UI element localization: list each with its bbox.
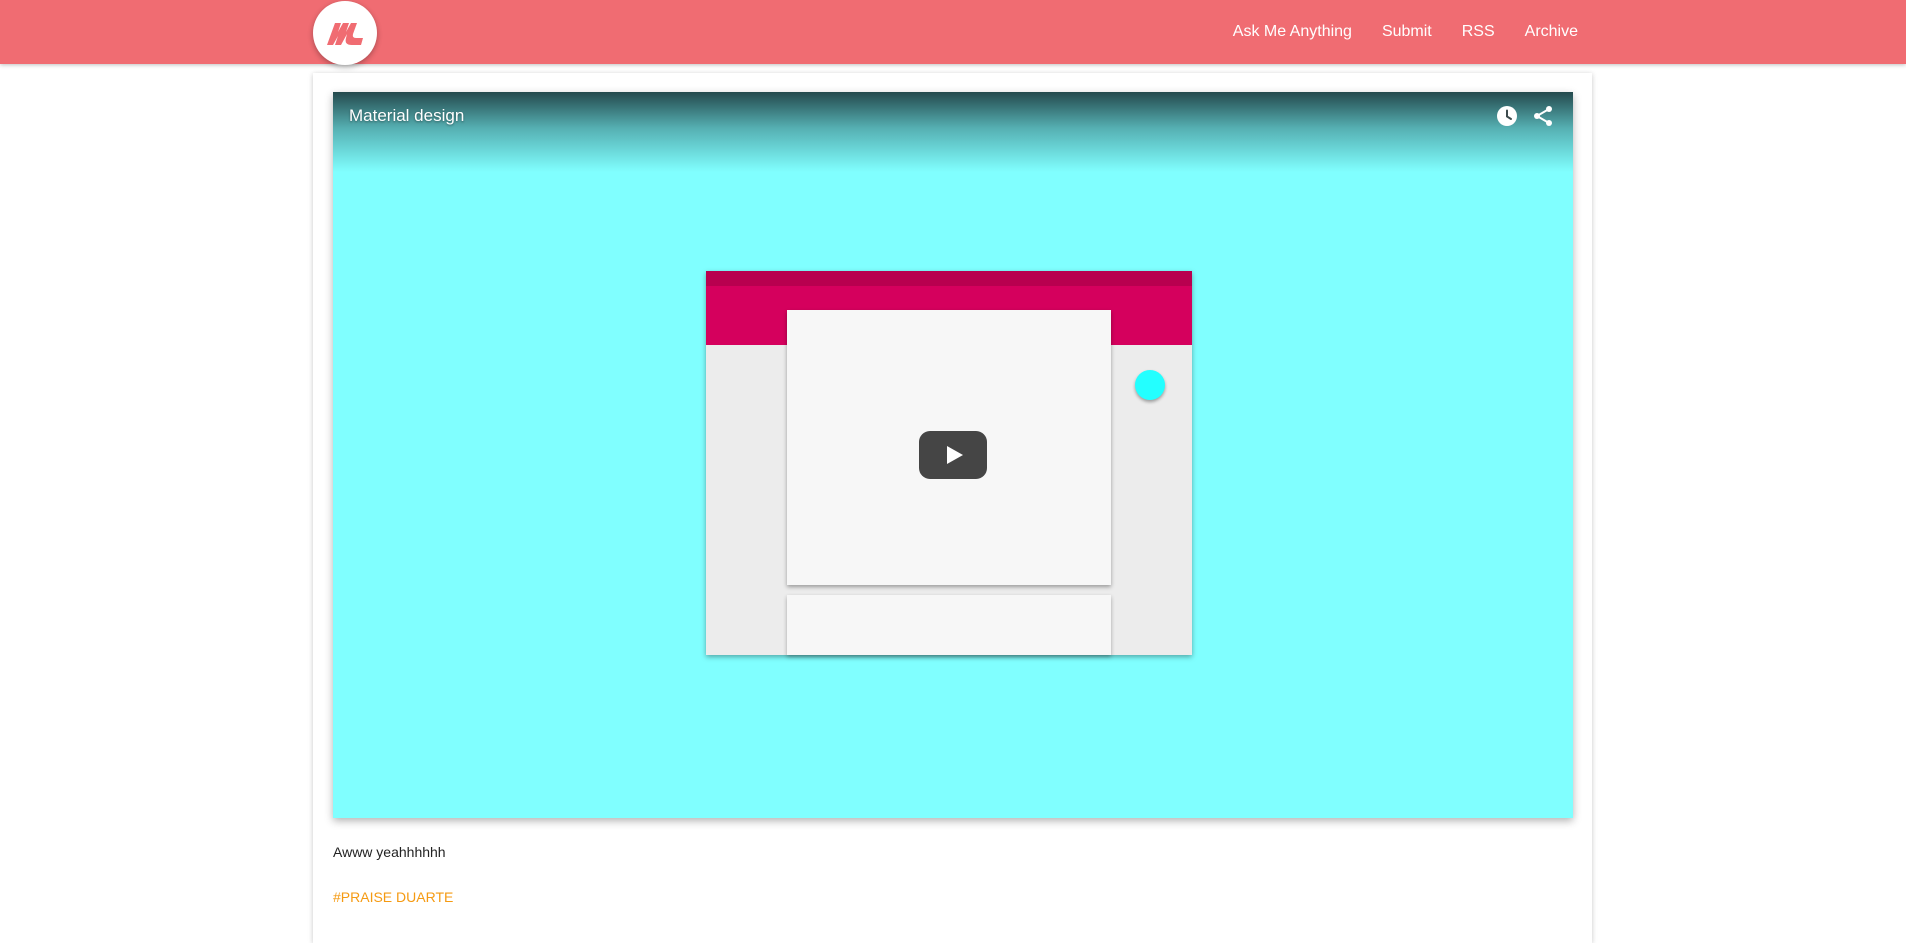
post-tag[interactable]: #PRAISE DUARTE [333,889,453,905]
main-nav: Ask Me Anything Submit RSS Archive [1233,0,1578,64]
logo-mark-icon [327,23,363,45]
video-player[interactable]: Material design [333,92,1573,818]
share-icon[interactable] [1531,104,1555,128]
video-title-gradient [333,92,1573,172]
nav-archive[interactable]: Archive [1525,23,1578,41]
post-caption: Awww yeahhhhhh [333,844,446,860]
post-card: Material design Awww yeahhhhhh #PRAISE D… [313,73,1592,943]
top-bar: Ask Me Anything Submit RSS Archive [0,0,1906,64]
thumbnail-secondary-card [787,595,1111,655]
thumbnail-status-bar [706,271,1192,286]
video-actions [1495,104,1555,128]
clock-icon[interactable] [1495,104,1519,128]
site-logo[interactable] [313,1,377,65]
nav-ask-me-anything[interactable]: Ask Me Anything [1233,23,1352,41]
thumbnail-fab [1135,370,1165,400]
play-icon[interactable] [919,431,987,479]
nav-submit[interactable]: Submit [1382,23,1432,41]
nav-rss[interactable]: RSS [1462,23,1495,41]
video-title[interactable]: Material design [349,106,464,126]
